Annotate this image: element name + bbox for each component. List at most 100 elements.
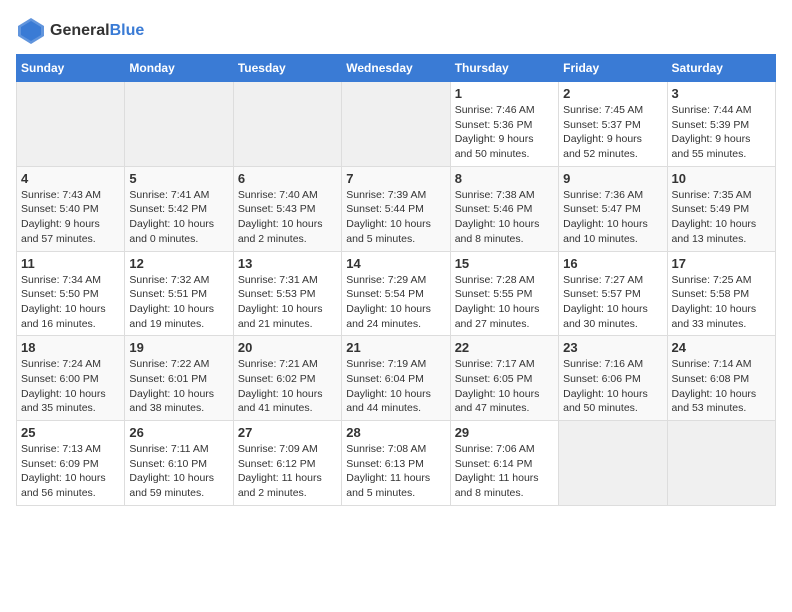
day-number: 9	[563, 171, 662, 186]
calendar-cell: 10 Sunrise: 7:35 AM Sunset: 5:49 PM Dayli…	[667, 166, 775, 251]
calendar-cell: 16 Sunrise: 7:27 AM Sunset: 5:57 PM Dayli…	[559, 251, 667, 336]
calendar-cell: 6 Sunrise: 7:40 AM Sunset: 5:43 PM Daylig…	[233, 166, 341, 251]
calendar-cell	[125, 82, 233, 167]
calendar-cell: 5 Sunrise: 7:41 AM Sunset: 5:42 PM Daylig…	[125, 166, 233, 251]
week-row-4: 25 Sunrise: 7:13 AM Sunset: 6:09 PM Dayli…	[17, 421, 776, 506]
day-info: Sunrise: 7:11 AM Sunset: 6:10 PM Dayligh…	[129, 442, 228, 501]
calendar-cell: 23 Sunrise: 7:16 AM Sunset: 6:06 PM Dayli…	[559, 336, 667, 421]
header: GeneralBlue	[16, 16, 776, 46]
day-info: Sunrise: 7:38 AM Sunset: 5:46 PM Dayligh…	[455, 188, 554, 247]
calendar-cell: 1 Sunrise: 7:46 AM Sunset: 5:36 PM Daylig…	[450, 82, 558, 167]
logo-blue-text: Blue	[110, 22, 145, 39]
day-info: Sunrise: 7:35 AM Sunset: 5:49 PM Dayligh…	[672, 188, 771, 247]
day-number: 15	[455, 256, 554, 271]
day-info: Sunrise: 7:41 AM Sunset: 5:42 PM Dayligh…	[129, 188, 228, 247]
day-info: Sunrise: 7:08 AM Sunset: 6:13 PM Dayligh…	[346, 442, 445, 501]
day-number: 20	[238, 340, 337, 355]
day-number: 18	[21, 340, 120, 355]
day-number: 5	[129, 171, 228, 186]
day-number: 13	[238, 256, 337, 271]
calendar-cell: 25 Sunrise: 7:13 AM Sunset: 6:09 PM Dayli…	[17, 421, 125, 506]
calendar-cell	[17, 82, 125, 167]
day-number: 14	[346, 256, 445, 271]
week-row-3: 18 Sunrise: 7:24 AM Sunset: 6:00 PM Dayli…	[17, 336, 776, 421]
header-day-wednesday: Wednesday	[342, 55, 450, 82]
calendar-cell: 22 Sunrise: 7:17 AM Sunset: 6:05 PM Dayli…	[450, 336, 558, 421]
calendar-cell: 12 Sunrise: 7:32 AM Sunset: 5:51 PM Dayli…	[125, 251, 233, 336]
day-number: 23	[563, 340, 662, 355]
header-row: SundayMondayTuesdayWednesdayThursdayFrid…	[17, 55, 776, 82]
calendar-cell: 18 Sunrise: 7:24 AM Sunset: 6:00 PM Dayli…	[17, 336, 125, 421]
day-number: 6	[238, 171, 337, 186]
day-info: Sunrise: 7:40 AM Sunset: 5:43 PM Dayligh…	[238, 188, 337, 247]
day-number: 2	[563, 86, 662, 101]
day-number: 19	[129, 340, 228, 355]
calendar-cell	[559, 421, 667, 506]
calendar-cell: 26 Sunrise: 7:11 AM Sunset: 6:10 PM Dayli…	[125, 421, 233, 506]
day-info: Sunrise: 7:16 AM Sunset: 6:06 PM Dayligh…	[563, 357, 662, 416]
week-row-2: 11Sunrise: 7:34 AM Sunset: 5:50 PM Dayli…	[17, 251, 776, 336]
day-info: Sunrise: 7:22 AM Sunset: 6:01 PM Dayligh…	[129, 357, 228, 416]
day-info: Sunrise: 7:06 AM Sunset: 6:14 PM Dayligh…	[455, 442, 554, 501]
day-number: 25	[21, 425, 120, 440]
header-day-thursday: Thursday	[450, 55, 558, 82]
day-info: Sunrise: 7:17 AM Sunset: 6:05 PM Dayligh…	[455, 357, 554, 416]
day-number: 8	[455, 171, 554, 186]
day-info: Sunrise: 7:36 AM Sunset: 5:47 PM Dayligh…	[563, 188, 662, 247]
day-number: 10	[672, 171, 771, 186]
day-info: Sunrise: 7:28 AM Sunset: 5:55 PM Dayligh…	[455, 273, 554, 332]
header-day-friday: Friday	[559, 55, 667, 82]
day-info: Sunrise: 7:44 AM Sunset: 5:39 PM Dayligh…	[672, 103, 771, 162]
header-day-saturday: Saturday	[667, 55, 775, 82]
calendar-body: 1 Sunrise: 7:46 AM Sunset: 5:36 PM Daylig…	[17, 82, 776, 506]
calendar-header: SundayMondayTuesdayWednesdayThursdayFrid…	[17, 55, 776, 82]
calendar-cell: 4 Sunrise: 7:43 AM Sunset: 5:40 PM Daylig…	[17, 166, 125, 251]
calendar-cell: 19 Sunrise: 7:22 AM Sunset: 6:01 PM Dayli…	[125, 336, 233, 421]
header-day-sunday: Sunday	[17, 55, 125, 82]
day-info: Sunrise: 7:32 AM Sunset: 5:51 PM Dayligh…	[129, 273, 228, 332]
day-info: Sunrise: 7:14 AM Sunset: 6:08 PM Dayligh…	[672, 357, 771, 416]
day-number: 26	[129, 425, 228, 440]
calendar-cell: 24 Sunrise: 7:14 AM Sunset: 6:08 PM Dayli…	[667, 336, 775, 421]
day-number: 3	[672, 86, 771, 101]
day-number: 16	[563, 256, 662, 271]
calendar-cell: 2 Sunrise: 7:45 AM Sunset: 5:37 PM Daylig…	[559, 82, 667, 167]
calendar-cell: 21Sunrise: 7:19 AM Sunset: 6:04 PM Dayli…	[342, 336, 450, 421]
header-day-monday: Monday	[125, 55, 233, 82]
calendar-cell	[342, 82, 450, 167]
calendar-cell	[667, 421, 775, 506]
day-number: 12	[129, 256, 228, 271]
calendar-cell: 14 Sunrise: 7:29 AM Sunset: 5:54 PM Dayli…	[342, 251, 450, 336]
day-number: 22	[455, 340, 554, 355]
day-number: 1	[455, 86, 554, 101]
day-info: Sunrise: 7:25 AM Sunset: 5:58 PM Dayligh…	[672, 273, 771, 332]
day-info: Sunrise: 7:31 AM Sunset: 5:53 PM Dayligh…	[238, 273, 337, 332]
day-info: Sunrise: 7:13 AM Sunset: 6:09 PM Dayligh…	[21, 442, 120, 501]
day-info: Sunrise: 7:24 AM Sunset: 6:00 PM Dayligh…	[21, 357, 120, 416]
day-number: 28	[346, 425, 445, 440]
calendar-cell: 28 Sunrise: 7:08 AM Sunset: 6:13 PM Dayli…	[342, 421, 450, 506]
day-number: 27	[238, 425, 337, 440]
day-info: Sunrise: 7:45 AM Sunset: 5:37 PM Dayligh…	[563, 103, 662, 162]
day-info: Sunrise: 7:46 AM Sunset: 5:36 PM Dayligh…	[455, 103, 554, 162]
logo-svg	[16, 16, 46, 46]
week-row-1: 4 Sunrise: 7:43 AM Sunset: 5:40 PM Daylig…	[17, 166, 776, 251]
calendar-cell: 29Sunrise: 7:06 AM Sunset: 6:14 PM Dayli…	[450, 421, 558, 506]
day-info: Sunrise: 7:43 AM Sunset: 5:40 PM Dayligh…	[21, 188, 120, 247]
day-info: Sunrise: 7:29 AM Sunset: 5:54 PM Dayligh…	[346, 273, 445, 332]
day-number: 4	[21, 171, 120, 186]
day-number: 24	[672, 340, 771, 355]
calendar-table: SundayMondayTuesdayWednesdayThursdayFrid…	[16, 54, 776, 506]
day-info: Sunrise: 7:27 AM Sunset: 5:57 PM Dayligh…	[563, 273, 662, 332]
day-info: Sunrise: 7:09 AM Sunset: 6:12 PM Dayligh…	[238, 442, 337, 501]
calendar-cell	[233, 82, 341, 167]
day-number: 7	[346, 171, 445, 186]
calendar-cell: 15 Sunrise: 7:28 AM Sunset: 5:55 PM Dayli…	[450, 251, 558, 336]
calendar-cell: 17 Sunrise: 7:25 AM Sunset: 5:58 PM Dayli…	[667, 251, 775, 336]
day-info: Sunrise: 7:34 AM Sunset: 5:50 PM Dayligh…	[21, 273, 120, 332]
header-day-tuesday: Tuesday	[233, 55, 341, 82]
calendar-cell: 27 Sunrise: 7:09 AM Sunset: 6:12 PM Dayli…	[233, 421, 341, 506]
calendar-cell: 20Sunrise: 7:21 AM Sunset: 6:02 PM Dayli…	[233, 336, 341, 421]
day-number: 17	[672, 256, 771, 271]
calendar-cell: 3 Sunrise: 7:44 AM Sunset: 5:39 PM Daylig…	[667, 82, 775, 167]
